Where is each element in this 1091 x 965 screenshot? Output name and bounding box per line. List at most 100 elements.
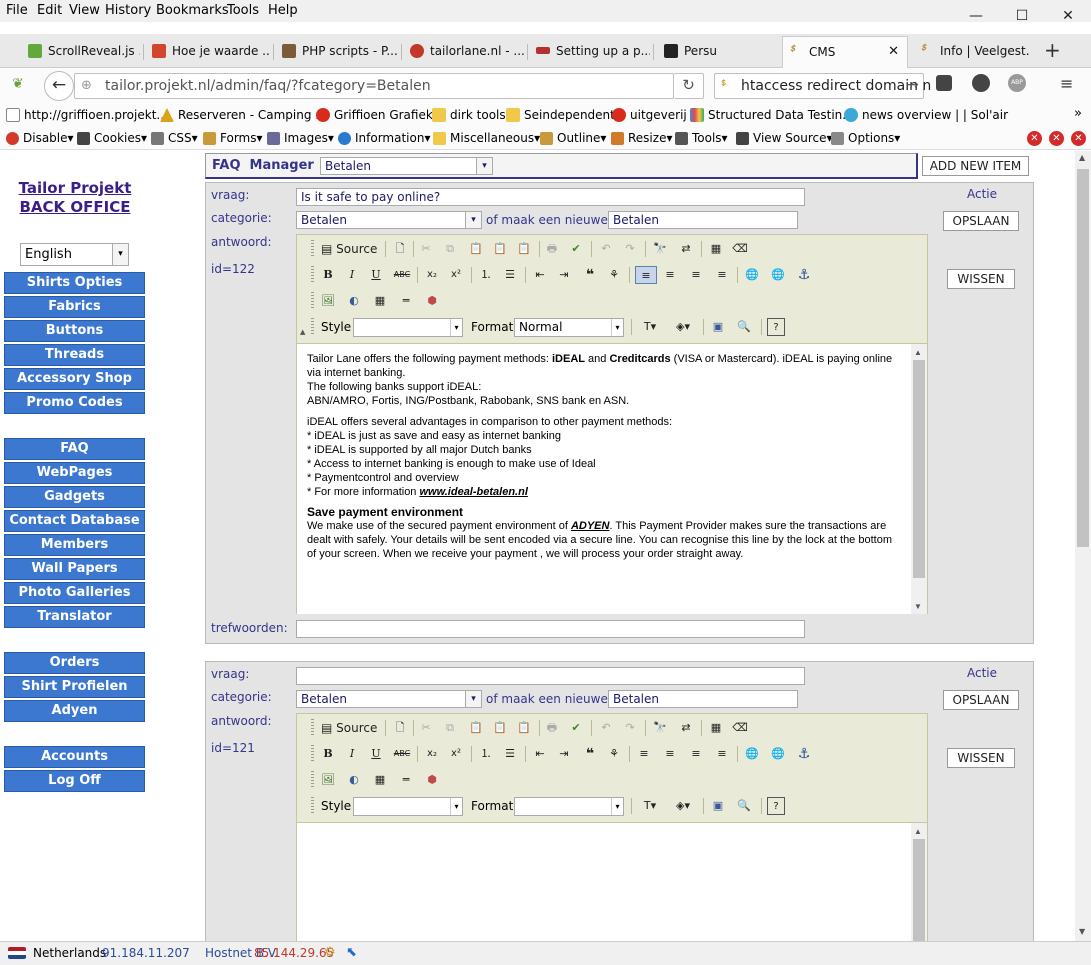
blockquote-icon[interactable]: ❝ xyxy=(581,745,599,763)
show-blocks-icon[interactable]: 🔍 xyxy=(735,318,753,336)
tab-tailorlane[interactable]: tailorlane.nl - ... xyxy=(404,36,524,68)
replace-icon[interactable]: ⇄ xyxy=(677,719,695,737)
underline-icon[interactable]: U xyxy=(367,266,385,284)
sidebar-item-orders[interactable]: Orders xyxy=(4,652,145,674)
superscript-icon[interactable]: x² xyxy=(447,266,465,284)
flash-icon[interactable]: ◐ xyxy=(345,771,363,789)
network-icon[interactable]: ⚙ xyxy=(324,945,336,960)
text-color-icon[interactable]: T▾ xyxy=(637,318,663,336)
strike-icon[interactable]: ABC xyxy=(393,266,411,284)
menu-history[interactable]: History xyxy=(105,3,151,18)
outdent-icon[interactable]: ⇤ xyxy=(531,266,549,284)
adblock-icon[interactable]: ABP xyxy=(1008,74,1026,92)
close-window-icon[interactable]: ✕ xyxy=(1045,0,1091,32)
spellcheck-icon[interactable]: ✔ xyxy=(567,240,585,258)
add-new-item-button[interactable]: ADD NEW ITEM xyxy=(922,156,1029,176)
back-icon[interactable]: ← xyxy=(44,71,74,101)
special-char-icon[interactable]: ⬢ xyxy=(423,771,441,789)
tab-info-veelgesteld[interactable]: ᙚ Info | Veelgest... xyxy=(914,36,1030,68)
sidebar-item-buttons[interactable]: Buttons xyxy=(4,320,145,342)
dev-cookies[interactable]: Cookies▾ xyxy=(77,131,147,145)
numbered-list-icon[interactable]: ⒈ xyxy=(477,745,495,763)
save-button[interactable]: OPSLAAN xyxy=(943,211,1019,231)
scroll-up-icon[interactable]: ▲ xyxy=(1079,153,1085,162)
tab-setting-up[interactable]: Setting up a p... xyxy=(530,36,650,68)
menu-bookmarks[interactable]: Bookmarks xyxy=(156,3,229,18)
save-button[interactable]: OPSLAAN xyxy=(943,690,1019,710)
sidebar-item-fabrics[interactable]: Fabrics xyxy=(4,296,145,318)
scroll-up-icon[interactable]: ▲ xyxy=(914,346,922,360)
style-combo[interactable]: ▾ xyxy=(353,318,463,337)
replace-icon[interactable]: ⇄ xyxy=(677,240,695,258)
editor-content-area[interactable]: Tailor Lane offers the following payment… xyxy=(297,343,927,614)
scroll-down-icon[interactable]: ▼ xyxy=(914,600,922,614)
collapse-toolbar-icon[interactable]: ▲ xyxy=(300,328,305,336)
new-category-input[interactable]: Betalen xyxy=(608,690,798,708)
page-scrollbar-thumb[interactable] xyxy=(1077,169,1089,547)
link-icon[interactable]: 🌐 xyxy=(743,266,761,284)
info-icon[interactable]: ⊕ xyxy=(81,78,92,93)
image-icon[interactable]: 🖼 xyxy=(319,771,337,789)
search-text[interactable]: htaccess redirect domain n xyxy=(741,78,931,94)
dev-css[interactable]: CSS▾ xyxy=(151,131,198,145)
strike-icon[interactable]: ABC xyxy=(393,745,411,763)
new-tab-icon[interactable]: + xyxy=(1044,38,1061,62)
dev-tools[interactable]: Tools▾ xyxy=(675,131,728,145)
adyen-link[interactable]: ADYEN xyxy=(571,520,610,532)
menu-help[interactable]: Help xyxy=(268,3,298,18)
reload-icon[interactable]: ↻ xyxy=(674,73,704,99)
align-center-icon[interactable]: ≡ xyxy=(661,745,679,763)
category-select[interactable]: Betalen ▾ xyxy=(296,211,482,229)
page-scrollbar[interactable]: ▲ ▼ xyxy=(1075,151,1091,941)
paste-word-icon[interactable]: 📋 xyxy=(515,240,533,258)
redo-icon[interactable]: ↷ xyxy=(621,719,639,737)
bookmark-solair[interactable]: news overview | | Sol'air xyxy=(842,108,1008,122)
sidebar-item-threads[interactable]: Threads xyxy=(4,344,145,366)
bookmark-griffioen-grafiek[interactable]: Griffioen Grafiek xyxy=(314,108,433,122)
table-icon[interactable]: ▦ xyxy=(371,292,389,310)
dev-miscellaneous[interactable]: Miscellaneous▾ xyxy=(433,131,540,145)
copy-icon[interactable]: ⧉ xyxy=(441,240,459,258)
new-category-input[interactable]: Betalen xyxy=(608,211,798,229)
bookmark-reserveren[interactable]: Reserveren - Camping ... xyxy=(158,108,327,122)
category-select[interactable]: Betalen ▾ xyxy=(296,690,482,708)
dev-disable[interactable]: Disable▾ xyxy=(6,131,74,145)
search-go-icon[interactable]: → xyxy=(907,77,919,93)
error-icon[interactable]: ✕ xyxy=(1071,131,1086,146)
underline-icon[interactable]: U xyxy=(367,745,385,763)
horizontal-rule-icon[interactable]: ═ xyxy=(397,292,415,310)
maximize-editor-icon[interactable]: ▣ xyxy=(709,797,727,815)
sidebar-item-webpages[interactable]: WebPages xyxy=(4,462,145,484)
cursor-icon[interactable]: ⬉ xyxy=(346,945,357,960)
cut-icon[interactable]: ✂ xyxy=(417,719,435,737)
bold-icon[interactable]: B xyxy=(319,745,337,763)
pocket-icon[interactable] xyxy=(936,75,952,91)
table-icon[interactable]: ▦ xyxy=(371,771,389,789)
bg-color-icon[interactable]: ◈▾ xyxy=(669,797,697,815)
numbered-list-icon[interactable]: ⒈ xyxy=(477,266,495,284)
align-left-icon[interactable]: ≡ xyxy=(635,266,657,284)
paste-text-icon[interactable]: 📋 xyxy=(491,240,509,258)
paste-word-icon[interactable]: 📋 xyxy=(515,719,533,737)
error-icon[interactable]: ✕ xyxy=(1027,131,1042,146)
menu-edit[interactable]: Edit xyxy=(37,3,62,18)
close-tab-icon[interactable]: ✕ xyxy=(888,37,899,67)
error-icon[interactable]: ✕ xyxy=(1049,131,1064,146)
remove-format-icon[interactable]: ⌫ xyxy=(731,240,749,258)
dev-images[interactable]: Images▾ xyxy=(267,131,334,145)
style-combo[interactable]: ▾ xyxy=(353,797,463,816)
align-justify-icon[interactable]: ≡ xyxy=(713,745,731,763)
cut-icon[interactable]: ✂ xyxy=(417,240,435,258)
scroll-down-icon[interactable]: ▼ xyxy=(1079,927,1085,936)
sidebar-item-gadgets[interactable]: Gadgets xyxy=(4,486,145,508)
sidebar-item-accessory-shop[interactable]: Accessory Shop xyxy=(4,368,145,390)
flash-icon[interactable]: ◐ xyxy=(345,292,363,310)
minimize-icon[interactable]: — xyxy=(953,0,999,32)
source-button[interactable]: ▤ Source xyxy=(319,719,381,737)
sidebar-item-log-off[interactable]: Log Off xyxy=(4,770,145,792)
sidebar-item-adyen-notifications[interactable]: Adyen Notifications xyxy=(4,700,145,738)
select-all-icon[interactable]: ▦ xyxy=(707,240,725,258)
category-filter-select[interactable]: Betalen ▾ xyxy=(320,157,493,175)
align-right-icon[interactable]: ≡ xyxy=(687,745,705,763)
bullet-list-icon[interactable]: ☰ xyxy=(501,266,519,284)
